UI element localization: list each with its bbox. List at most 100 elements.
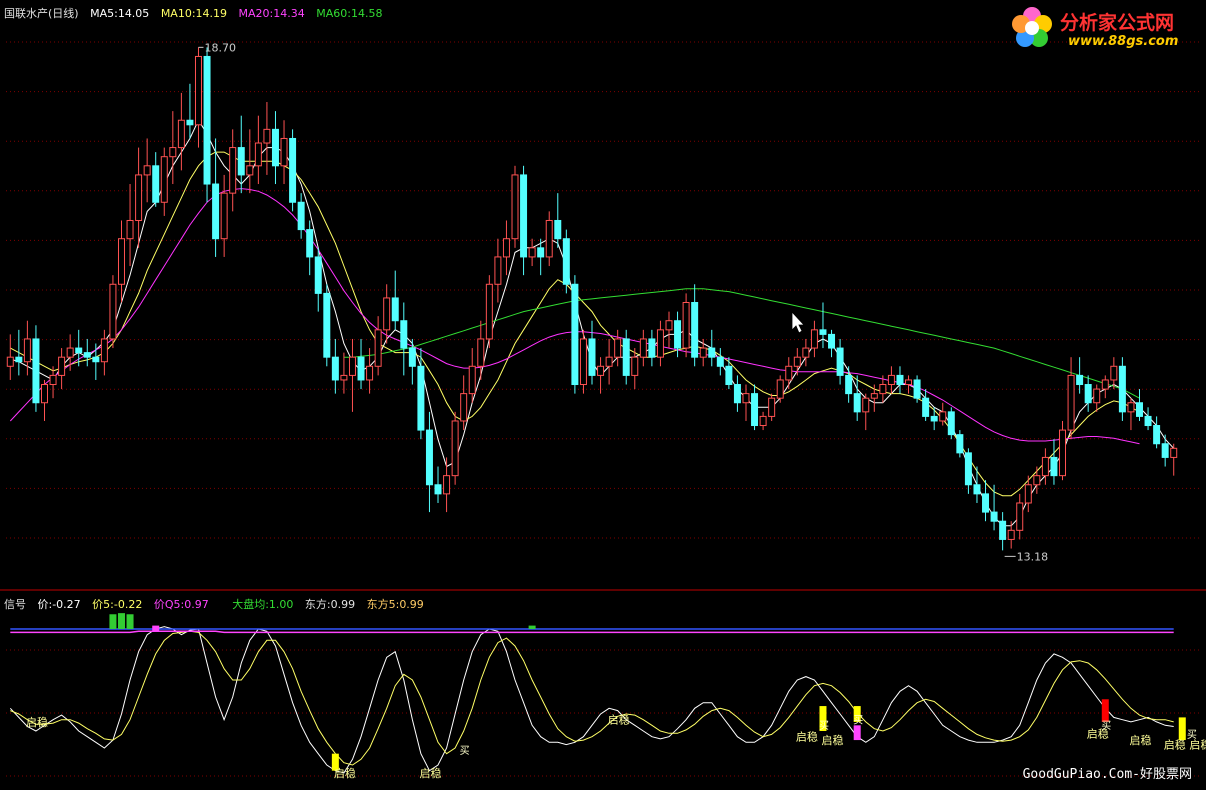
candle-up bbox=[374, 329, 382, 367]
qiwen-signal-label: 启稳 bbox=[822, 733, 844, 747]
candle-up bbox=[494, 256, 502, 285]
candle-up bbox=[443, 475, 451, 495]
candle-up bbox=[682, 302, 690, 349]
candle-down bbox=[845, 374, 853, 395]
dapanjun-readout: 大盘均:1.00 bbox=[232, 598, 294, 611]
candle-down bbox=[237, 147, 245, 176]
ma10-readout: MA10:14.19 bbox=[160, 7, 228, 20]
candle-down bbox=[1084, 384, 1092, 404]
candle-up bbox=[220, 192, 228, 240]
candle-up bbox=[160, 156, 168, 203]
mouse-cursor-icon bbox=[791, 310, 805, 334]
qiwen-signal-label: 启稳 bbox=[419, 766, 441, 780]
candle-up bbox=[1041, 456, 1049, 477]
candle-down bbox=[930, 415, 938, 422]
signal-bar bbox=[126, 614, 134, 629]
indicator-header: 信号 价:-0.27 价5:-0.22 价Q5:0.97 大盘均:1.00 东方… bbox=[4, 596, 432, 612]
candle-up bbox=[879, 384, 887, 395]
indicator-line bbox=[9, 626, 1174, 774]
qiwen-signal-label: 启稳 bbox=[796, 730, 818, 744]
candle-up bbox=[460, 393, 468, 422]
candle-up bbox=[605, 356, 613, 367]
candle-up bbox=[502, 238, 510, 258]
candle-down bbox=[1076, 374, 1084, 386]
candle-down bbox=[417, 365, 425, 431]
candle-down bbox=[973, 484, 981, 495]
candle-up bbox=[1067, 374, 1075, 431]
qiwen-signal-label: 启稳 bbox=[1130, 733, 1152, 747]
candle-down bbox=[1136, 402, 1143, 417]
candle-up bbox=[1016, 502, 1024, 531]
candle-down bbox=[982, 493, 990, 513]
candle-down bbox=[1153, 425, 1161, 445]
buy-signal-label: 买 bbox=[819, 720, 829, 732]
candle-down bbox=[306, 229, 314, 258]
candle-up bbox=[383, 297, 391, 331]
candle-up bbox=[177, 119, 185, 149]
candle-up bbox=[785, 365, 793, 381]
candle-up bbox=[939, 411, 947, 422]
candle-up bbox=[58, 356, 66, 376]
candle-up bbox=[280, 137, 288, 167]
signal-bar bbox=[117, 613, 125, 629]
candle-up bbox=[665, 320, 673, 331]
candle-up bbox=[246, 165, 254, 176]
watermark-footer: GoodGuPiao.Com-好股票网 bbox=[1022, 767, 1192, 782]
candle-up bbox=[23, 338, 31, 363]
signal-bar bbox=[1101, 699, 1109, 722]
candle-down bbox=[674, 320, 682, 349]
candle-up bbox=[639, 338, 647, 358]
candle-down bbox=[323, 292, 331, 358]
signal-bar bbox=[152, 625, 160, 632]
candle-down bbox=[725, 365, 733, 386]
signal-bar bbox=[1178, 717, 1186, 741]
candle-down bbox=[836, 347, 844, 376]
dongfang-readout: 东方:0.99 bbox=[304, 598, 356, 611]
candle-down bbox=[733, 384, 741, 404]
candle-down bbox=[716, 356, 724, 367]
candle-down bbox=[32, 338, 40, 404]
candle-down bbox=[212, 183, 220, 240]
candle-up bbox=[528, 247, 536, 258]
buy-signal-label: 买 bbox=[1101, 720, 1111, 732]
candle-up bbox=[597, 365, 605, 376]
candle-up bbox=[66, 347, 74, 358]
candle-down bbox=[562, 238, 570, 285]
dongfang5-readout: 东方5:0.99 bbox=[366, 598, 424, 611]
low-price-label: 13.18 bbox=[1017, 550, 1048, 563]
candle-up bbox=[169, 147, 177, 158]
site-logo: 分析家公式网 www.88gs.com bbox=[1004, 2, 1204, 54]
candle-down bbox=[554, 219, 562, 240]
candle-down bbox=[537, 247, 545, 258]
signal-bar bbox=[853, 725, 861, 741]
candle-up bbox=[1170, 447, 1178, 458]
candle-up bbox=[579, 338, 587, 386]
candle-down bbox=[297, 201, 305, 231]
candle-up bbox=[887, 374, 895, 386]
candle-down bbox=[571, 283, 579, 386]
candle-up bbox=[656, 329, 664, 358]
candle-up bbox=[1101, 379, 1109, 390]
candle-down bbox=[186, 119, 194, 126]
candle-up bbox=[451, 420, 459, 477]
qiwen-signal-label: 启稳 bbox=[1164, 738, 1186, 752]
candle-down bbox=[1118, 365, 1126, 413]
candle-down bbox=[922, 397, 930, 417]
candle-up bbox=[100, 338, 108, 363]
candle-up bbox=[468, 365, 476, 395]
candle-up bbox=[49, 374, 57, 386]
candle-up bbox=[1110, 365, 1118, 381]
candle-up bbox=[614, 338, 622, 358]
jia-readout: 价:-0.27 bbox=[37, 598, 81, 611]
logo-url: www.88gs.com bbox=[1068, 34, 1179, 49]
candle-down bbox=[648, 338, 656, 358]
candle-down bbox=[1161, 443, 1169, 458]
candle-up bbox=[793, 356, 801, 367]
candle-up bbox=[143, 165, 151, 176]
candle-up bbox=[1007, 529, 1015, 540]
candle-up bbox=[117, 238, 125, 285]
jia5-readout: 价5:-0.22 bbox=[92, 598, 143, 611]
candle-up bbox=[348, 356, 356, 376]
candle-up bbox=[545, 219, 553, 258]
candle-down bbox=[75, 347, 83, 354]
